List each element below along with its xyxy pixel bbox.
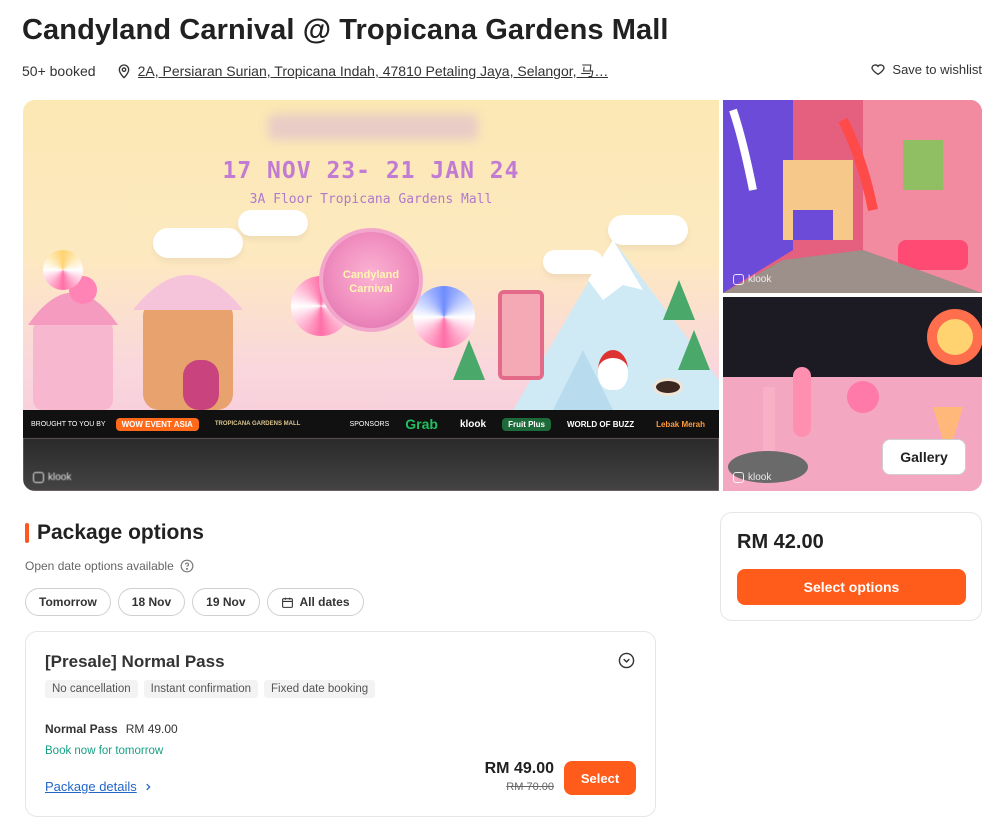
package-tags: No cancellation Instant confirmation Fix… bbox=[45, 680, 376, 698]
fruitplus-logo: Fruit Plus bbox=[502, 417, 551, 431]
location-text: 2A, Persiaran Surian, Tropicana Indah, 4… bbox=[137, 63, 609, 79]
booked-count: 50+ booked bbox=[22, 63, 96, 79]
lollipop bbox=[413, 286, 475, 348]
help-icon[interactable] bbox=[180, 559, 194, 573]
worldofbuzz-logo: WORLD OF BUZZ bbox=[566, 419, 635, 429]
candy-hallway-illustration bbox=[723, 100, 982, 293]
tag-no-cancellation: No cancellation bbox=[45, 680, 138, 698]
candyland-carnival-sign: Candyland Carnival bbox=[319, 228, 423, 332]
hero-date-text: 17 NOV 23- 21 JAN 24 bbox=[222, 158, 520, 184]
package-price: RM 49.00 RM 70.00 bbox=[485, 760, 554, 793]
christmas-tree bbox=[678, 330, 710, 370]
klook-watermark: klook bbox=[733, 472, 771, 483]
klook-watermark: klook bbox=[33, 472, 71, 483]
original-price: RM 70.00 bbox=[506, 781, 554, 793]
current-price: RM 49.00 bbox=[484, 760, 554, 777]
gallery-thumbnail-1[interactable]: klook bbox=[723, 100, 982, 293]
booking-summary-card: RM 42.00 Select options bbox=[720, 512, 982, 621]
hero-floor-text: 3A Floor Tropicana Gardens Mall bbox=[249, 192, 493, 207]
hero-image[interactable]: 17 NOV 23- 21 JAN 24 3A Floor Tropicana … bbox=[23, 100, 719, 491]
heading-accent-bar bbox=[25, 523, 29, 543]
package-options-heading: Package options bbox=[25, 521, 204, 545]
ticket-price: RM 49.00 bbox=[125, 722, 178, 736]
gallery-button[interactable]: Gallery bbox=[882, 439, 966, 475]
from-price: RM 42.00 bbox=[737, 531, 824, 553]
date-chips: Tomorrow 18 Nov 19 Nov All dates bbox=[25, 588, 364, 616]
page-title: Candyland Carnival @ Tropicana Gardens M… bbox=[22, 14, 669, 46]
claw-machine bbox=[498, 290, 544, 380]
snowman bbox=[598, 350, 628, 390]
klook-watermark: klook bbox=[733, 274, 771, 285]
all-dates-button[interactable]: All dates bbox=[266, 588, 364, 616]
wow-logo: WOW EVENT ASIA bbox=[115, 417, 199, 431]
lollipop bbox=[43, 250, 83, 290]
select-options-button[interactable]: Select options bbox=[737, 569, 966, 605]
cloud bbox=[238, 210, 308, 236]
hero-footer-blur: klook bbox=[23, 438, 719, 491]
date-chip-19-nov[interactable]: 19 Nov bbox=[192, 588, 260, 616]
location-pin-icon bbox=[118, 64, 129, 79]
sponsors-label: SPONSORS bbox=[349, 420, 390, 428]
grab-logo: Grab bbox=[405, 416, 438, 432]
klook-logo-icon bbox=[733, 274, 744, 285]
package-title: [Presale] Normal Pass bbox=[45, 652, 225, 671]
expand-package-button[interactable] bbox=[618, 652, 635, 674]
blurred-banner-text bbox=[268, 114, 478, 140]
ticket-label: Normal Pass bbox=[45, 722, 118, 736]
chevron-right-icon bbox=[146, 783, 151, 790]
lebak-merah-logo: Lebak Merah bbox=[656, 419, 705, 429]
christmas-tree bbox=[663, 280, 695, 320]
gallery-thumbnail-2[interactable]: klook Gallery bbox=[723, 297, 982, 491]
cookie bbox=[653, 378, 683, 396]
save-to-wishlist-button[interactable]: Save to wishlist bbox=[870, 61, 982, 77]
chevron-down-circle-icon bbox=[618, 652, 635, 669]
package-card: [Presale] Normal Pass No cancellation In… bbox=[25, 631, 656, 817]
location-link[interactable]: 2A, Persiaran Surian, Tropicana Indah, 4… bbox=[116, 61, 609, 81]
select-button[interactable]: Select bbox=[564, 761, 636, 795]
book-now-note: Book now for tomorrow bbox=[45, 745, 164, 757]
wishlist-label: Save to wishlist bbox=[892, 61, 982, 77]
ticket-row: Normal Pass RM 49.00 bbox=[45, 722, 178, 736]
date-chip-tomorrow[interactable]: Tomorrow bbox=[25, 588, 111, 616]
meta-row: 50+ booked 2A, Persiaran Surian, Tropica… bbox=[22, 60, 982, 82]
tag-fixed-date: Fixed date booking bbox=[264, 680, 376, 698]
sign-text: Candyland Carnival bbox=[342, 269, 400, 295]
sponsor-bar: BROUGHT TO YOU BY WOW EVENT ASIA TROPICA… bbox=[23, 410, 719, 438]
calendar-icon bbox=[281, 597, 293, 608]
klook-logo-icon bbox=[33, 472, 44, 483]
tag-instant-confirmation: Instant confirmation bbox=[143, 680, 258, 698]
christmas-tree bbox=[453, 340, 485, 380]
package-details-link[interactable]: Package details bbox=[45, 779, 153, 794]
klook-logo: klook bbox=[459, 418, 487, 430]
open-date-note: Open date options available bbox=[25, 559, 194, 573]
date-chip-18-nov[interactable]: 18 Nov bbox=[117, 588, 186, 616]
klook-logo-icon bbox=[733, 472, 744, 483]
brought-by-label: BROUGHT TO YOU BY bbox=[31, 420, 106, 428]
tropicana-logo: TROPICANA GARDENS MALL bbox=[214, 421, 301, 427]
heart-icon bbox=[871, 64, 886, 76]
